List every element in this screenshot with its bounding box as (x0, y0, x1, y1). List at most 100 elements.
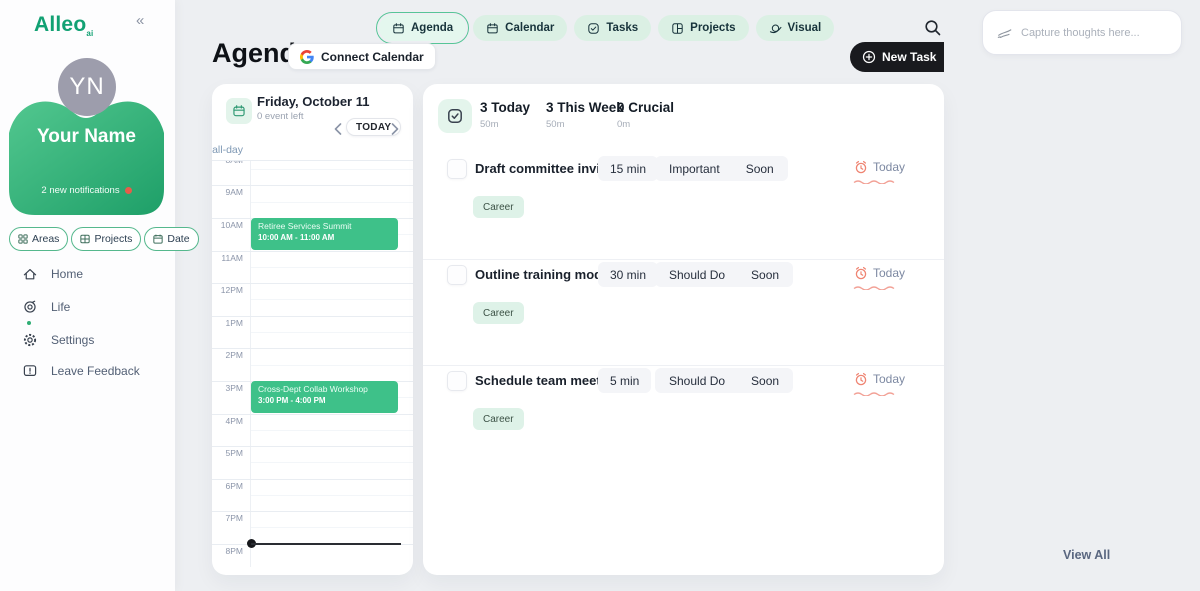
priority-label: Important (669, 162, 720, 176)
hour-line (212, 283, 413, 284)
task-checkbox[interactable] (447, 159, 467, 179)
all-day-row: all-day (212, 140, 413, 161)
capture-thoughts-input[interactable] (1021, 27, 1161, 39)
connect-calendar-label: Connect Calendar (321, 50, 424, 64)
connect-calendar-button[interactable]: Connect Calendar (288, 43, 436, 70)
current-time-line (251, 543, 401, 545)
app-logo: Alleoai (34, 13, 93, 38)
task-tag[interactable]: Career (473, 408, 524, 430)
tab-tasks[interactable]: Tasks (574, 15, 651, 41)
user-name: Your Name (9, 126, 164, 148)
hour-label: 8PM (212, 546, 243, 556)
task-checkbox[interactable] (447, 265, 467, 285)
alarm-clock-icon (854, 372, 868, 386)
check-circle-icon (587, 22, 600, 35)
tab-calendar[interactable]: Calendar (473, 15, 567, 41)
notification-dot (125, 187, 132, 194)
hour-line (212, 446, 413, 447)
task-priority-pill[interactable]: Should Do Soon (655, 368, 793, 393)
feedback-icon (22, 363, 38, 379)
hour-label: 10AM (212, 220, 243, 230)
timing-label: Soon (746, 162, 774, 176)
due-label: Today (873, 160, 905, 174)
calendar-icon (153, 234, 163, 244)
task-due-badge[interactable]: Today (854, 160, 905, 174)
task-priority-pill[interactable]: Should Do Soon (655, 262, 793, 287)
tab-agenda[interactable]: Agenda (379, 15, 466, 41)
tab-label: Calendar (505, 22, 554, 34)
filter-projects-button[interactable]: Projects (71, 227, 141, 251)
timing-label: Soon (751, 374, 779, 388)
hour-label: 12PM (212, 285, 243, 295)
calendar-panel: Friday, October 11 0 event left TODAY (212, 84, 413, 575)
notifications-text[interactable]: 2 new notifications (9, 185, 164, 196)
stat-label: 3 Today (480, 100, 530, 115)
sidebar-collapse-icon[interactable]: « (136, 12, 144, 29)
timing-label: Soon (751, 268, 779, 282)
sidebar-item-home[interactable]: Home (22, 266, 83, 282)
new-task-label: New Task (882, 50, 936, 64)
calendar-event[interactable]: Retiree Services Summit 10:00 AM - 11:00… (251, 218, 398, 250)
stat-crucial: 0 Crucial 0m (617, 100, 674, 130)
hour-line (212, 348, 413, 349)
task-priority-pill[interactable]: Important Soon (655, 156, 788, 181)
filter-date-button[interactable]: Date (144, 227, 198, 251)
event-time: 10:00 AM - 11:00 AM (258, 232, 391, 243)
capture-thoughts-card (982, 10, 1182, 55)
nav-label: Home (51, 267, 83, 281)
task-checkbox[interactable] (447, 371, 467, 391)
task-row: Outline training module 30 min Should Do… (423, 260, 944, 366)
hour-line (212, 251, 413, 252)
search-icon[interactable] (924, 19, 942, 37)
tab-label: Projects (690, 22, 735, 34)
filter-areas-button[interactable]: Areas (9, 227, 68, 251)
grid-icon (18, 234, 28, 244)
task-duration-pill[interactable]: 15 min (598, 156, 658, 181)
hour-line (212, 316, 413, 317)
half-hour-line (251, 495, 413, 496)
calendar-events-left: 0 event left (257, 111, 303, 122)
tab-visual[interactable]: Visual (756, 15, 835, 41)
tab-projects[interactable]: Projects (658, 15, 748, 41)
hour-line (212, 414, 413, 415)
task-due-badge[interactable]: Today (854, 372, 905, 386)
hour-label: 2PM (212, 350, 243, 360)
task-duration-pill[interactable]: 5 min (598, 368, 651, 393)
plus-circle-icon (862, 50, 876, 64)
view-all-link[interactable]: View All (1063, 548, 1110, 562)
nav-label: Leave Feedback (51, 364, 140, 378)
avatar[interactable]: YN (58, 58, 116, 116)
half-hour-line (251, 299, 413, 300)
sidebar-item-life[interactable]: Life (22, 299, 70, 315)
nav-label: Settings (51, 333, 94, 347)
life-active-dot (27, 321, 31, 325)
calendar-icon (486, 22, 499, 35)
hour-label: 3PM (212, 383, 243, 393)
next-day-icon[interactable] (391, 122, 401, 134)
task-tag[interactable]: Career (473, 196, 524, 218)
hour-line (212, 185, 413, 186)
task-title[interactable]: Draft committee invite (475, 161, 612, 176)
calendar-date-title: Friday, October 11 (257, 94, 369, 109)
task-due-badge[interactable]: Today (854, 266, 905, 280)
due-underline-squiggle (853, 285, 895, 290)
due-label: Today (873, 266, 905, 280)
hour-label: 11AM (212, 253, 243, 263)
filter-label: Date (167, 233, 189, 245)
folder-grid-icon (80, 234, 90, 244)
hour-label: 1PM (212, 318, 243, 328)
tab-label: Tasks (606, 22, 638, 34)
hour-line (212, 479, 413, 480)
prev-day-icon[interactable] (334, 122, 344, 134)
task-tag[interactable]: Career (473, 302, 524, 324)
calendar-event[interactable]: Cross-Dept Collab Workshop 3:00 PM - 4:0… (251, 381, 398, 413)
alarm-clock-icon (854, 266, 868, 280)
event-title: Retiree Services Summit (258, 221, 391, 232)
sidebar-item-leave-feedback[interactable]: Leave Feedback (22, 363, 140, 379)
hour-line (212, 511, 413, 512)
calendar-time-grid[interactable]: 8AM 9AM 10AM 11AM 12PM 1PM 2PM 3PM 4PM 5… (212, 140, 413, 567)
sidebar-item-settings[interactable]: Settings (22, 332, 94, 348)
task-duration-pill[interactable]: 30 min (598, 262, 658, 287)
due-underline-squiggle (853, 391, 895, 396)
new-task-button[interactable]: New Task (850, 42, 944, 72)
